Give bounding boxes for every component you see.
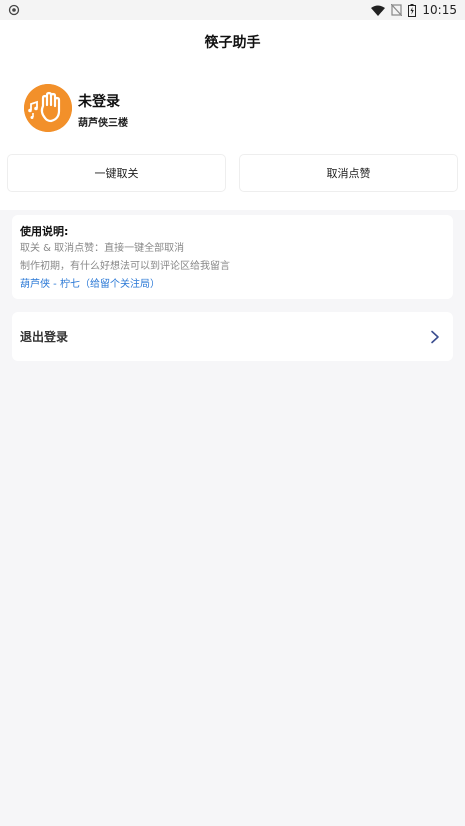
logout-row[interactable]: 退出登录 — [12, 312, 453, 361]
avatar[interactable] — [24, 84, 72, 132]
unfollow-all-button[interactable]: 一键取关 — [8, 155, 225, 191]
status-time: 10:15 — [422, 3, 457, 17]
cancel-likes-button[interactable]: 取消点赞 — [240, 155, 457, 191]
author-link[interactable]: 葫芦侠 - 柠七（给留个关注局） — [20, 276, 445, 294]
status-bar: 10:15 — [0, 0, 465, 20]
no-sim-icon — [391, 4, 403, 16]
instructions-card: 使用说明: 取关 & 取消点赞：直接一键全部取消 制作初期，有什么好想法可以到评… — [12, 215, 453, 299]
user-subtitle: 葫芦侠三楼 — [78, 118, 128, 129]
page-title: 筷子助手 — [204, 35, 261, 51]
status-right: 10:15 — [371, 0, 457, 20]
instructions-line: 制作初期，有什么好想法可以到评论区给我留言 — [20, 261, 230, 272]
instructions-title: 使用说明: — [20, 225, 69, 238]
chevron-right-icon — [431, 330, 439, 343]
logout-label: 退出登录 — [20, 330, 69, 344]
vpn-icon — [8, 4, 20, 16]
battery-icon — [408, 3, 417, 17]
instructions-line: 取关 & 取消点赞：直接一键全部取消 — [20, 243, 185, 254]
hand-music-logo-icon — [24, 84, 72, 132]
user-name: 未登录 — [78, 94, 120, 110]
wifi-icon — [371, 5, 386, 16]
